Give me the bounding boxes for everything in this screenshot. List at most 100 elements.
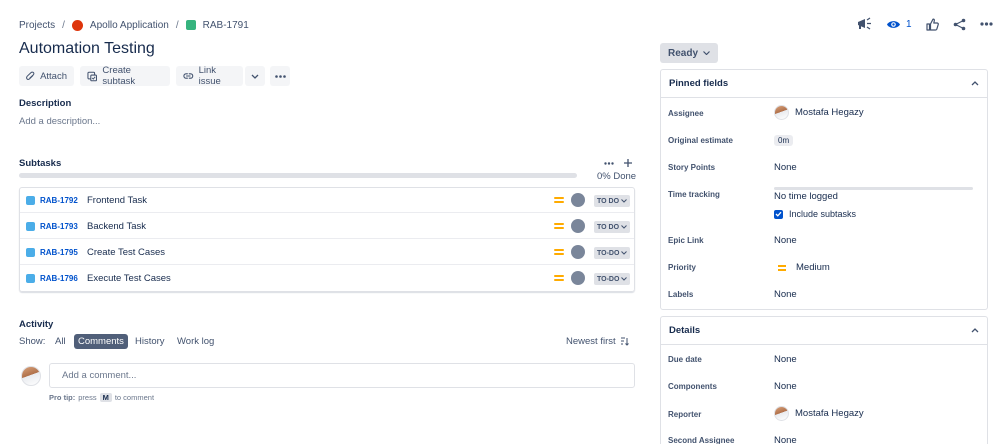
story-icon — [185, 20, 196, 30]
details-header[interactable]: Details — [661, 317, 987, 345]
subtask-summary[interactable]: Execute Test Cases — [87, 273, 171, 284]
subtask-row[interactable]: RAB-1792 Frontend Task TO DO — [20, 188, 634, 213]
create-subtask-label: Create subtask — [102, 65, 136, 87]
subtask-key[interactable]: RAB-1793 — [40, 222, 78, 231]
time-tracking-value: No time logged — [774, 191, 838, 202]
subtask-status[interactable]: TO DO — [594, 221, 631, 233]
priority-medium-icon — [778, 264, 786, 271]
subtask-key[interactable]: RAB-1795 — [40, 248, 78, 257]
assignee-label: Assignee — [668, 109, 704, 118]
reporter-field[interactable]: Mostafa Hegazy — [774, 406, 864, 421]
link-issue-label: Link issue — [198, 65, 221, 87]
components-label: Components — [668, 382, 717, 391]
subtask-status[interactable]: TO DO — [594, 195, 631, 207]
assignee-avatar[interactable] — [571, 245, 585, 259]
subtask-type-icon — [26, 248, 35, 257]
show-label: Show: — [19, 336, 46, 347]
subtasks-more-icon[interactable] — [604, 162, 614, 165]
epic-link-value[interactable]: None — [774, 235, 797, 246]
sort-icon — [620, 337, 629, 346]
filter-comments[interactable]: Comments — [74, 334, 128, 349]
description-heading: Description — [19, 98, 72, 109]
original-estimate-field[interactable]: 0m — [774, 135, 794, 146]
status-dropdown[interactable]: Ready — [660, 43, 718, 63]
thumbs-up-icon[interactable] — [925, 18, 939, 31]
reporter-name: Mostafa Hegazy — [795, 408, 864, 419]
link-issue-dropdown[interactable] — [245, 66, 265, 86]
assignee-avatar[interactable] — [571, 219, 585, 233]
create-subtask-button[interactable]: Create subtask — [80, 65, 170, 87]
subtask-key[interactable]: RAB-1792 — [40, 196, 78, 205]
assignee-avatar[interactable] — [571, 271, 585, 285]
add-subtask-icon[interactable] — [623, 158, 633, 168]
project-icon — [71, 19, 83, 31]
more-toolbar-button[interactable] — [270, 66, 290, 86]
include-subtasks-label: Include subtasks — [789, 209, 857, 219]
attach-button[interactable]: Attach — [19, 66, 74, 86]
more-actions-icon[interactable] — [979, 22, 993, 26]
priority-field[interactable]: Medium — [774, 262, 830, 273]
sort-button[interactable]: Newest first — [566, 336, 629, 347]
link-issue-button[interactable]: Link issue — [176, 65, 243, 87]
assignee-name: Mostafa Hegazy — [795, 107, 864, 118]
comment-input[interactable]: Add a comment... — [49, 363, 635, 388]
breadcrumb-separator: / — [62, 19, 65, 31]
subtask-type-icon — [26, 274, 35, 283]
issue-title[interactable]: Automation Testing — [19, 40, 155, 58]
priority-value: Medium — [796, 262, 830, 273]
watch-button[interactable]: 1 — [886, 19, 912, 30]
estimate-badge: 0m — [774, 135, 794, 146]
include-subtasks-option[interactable]: Include subtasks — [774, 209, 856, 219]
chevron-down-icon — [621, 225, 627, 229]
pro-tip-text: press — [78, 393, 97, 402]
assignee-avatar[interactable] — [571, 193, 585, 207]
reporter-label: Reporter — [668, 410, 702, 419]
breadcrumb-projects[interactable]: Projects — [19, 20, 55, 31]
feedback-icon[interactable] — [856, 17, 872, 31]
pinned-fields-header[interactable]: Pinned fields — [661, 70, 987, 98]
reporter-avatar — [774, 406, 789, 421]
subtask-summary[interactable]: Frontend Task — [87, 195, 147, 206]
include-subtasks-checkbox[interactable] — [774, 209, 783, 219]
subtasks-progress-bar — [19, 173, 577, 178]
subtask-summary[interactable]: Create Test Cases — [87, 247, 165, 258]
description-field[interactable]: Add a description... — [19, 116, 100, 127]
assignee-field[interactable]: Mostafa Hegazy — [774, 105, 864, 120]
subtask-row[interactable]: RAB-1795 Create Test Cases TO-DO — [20, 240, 634, 265]
filter-all[interactable]: All — [51, 334, 70, 349]
due-date-value[interactable]: None — [774, 354, 797, 365]
status-label: TO DO — [597, 223, 620, 231]
subtask-summary[interactable]: Backend Task — [87, 221, 146, 232]
second-assignee-value[interactable]: None — [774, 435, 797, 444]
eye-icon — [887, 20, 900, 28]
components-value[interactable]: None — [774, 381, 797, 392]
pro-tip: Pro tip: press M to comment — [49, 393, 154, 402]
chevron-down-icon — [703, 51, 710, 55]
status-label: TO-DO — [597, 249, 620, 257]
share-icon[interactable] — [953, 18, 966, 31]
status-label: TO DO — [597, 197, 620, 205]
labels-value[interactable]: None — [774, 289, 797, 300]
subtask-status[interactable]: TO-DO — [594, 273, 631, 285]
pro-tip-label: Pro tip: — [49, 393, 76, 402]
time-tracking-bar[interactable] — [774, 187, 973, 190]
paperclip-icon — [26, 71, 35, 80]
breadcrumb-project[interactable]: Apollo Application — [90, 20, 169, 31]
subtask-row[interactable]: RAB-1796 Execute Test Cases TO-DO — [20, 266, 634, 291]
filter-history[interactable]: History — [131, 334, 169, 349]
story-points-value[interactable]: None — [774, 162, 797, 173]
due-date-label: Due date — [668, 355, 702, 364]
subtasks-heading: Subtasks — [19, 158, 62, 169]
priority-medium-icon — [554, 275, 564, 283]
subtask-status[interactable]: TO-DO — [594, 247, 631, 259]
details-panel: Details — [660, 316, 988, 444]
link-icon — [183, 73, 194, 79]
subtask-row[interactable]: RAB-1793 Backend Task TO DO — [20, 214, 634, 239]
priority-medium-icon — [554, 249, 564, 257]
subtask-key[interactable]: RAB-1796 — [40, 274, 78, 283]
breadcrumb: Projects / Apollo Application / RAB-1791 — [19, 18, 249, 32]
filter-work-log[interactable]: Work log — [173, 334, 218, 349]
check-icon — [775, 211, 782, 217]
breadcrumb-issue[interactable]: RAB-1791 — [203, 20, 249, 31]
subtask-list: RAB-1792 Frontend Task TO DO RAB-1793 Ba… — [19, 187, 635, 292]
